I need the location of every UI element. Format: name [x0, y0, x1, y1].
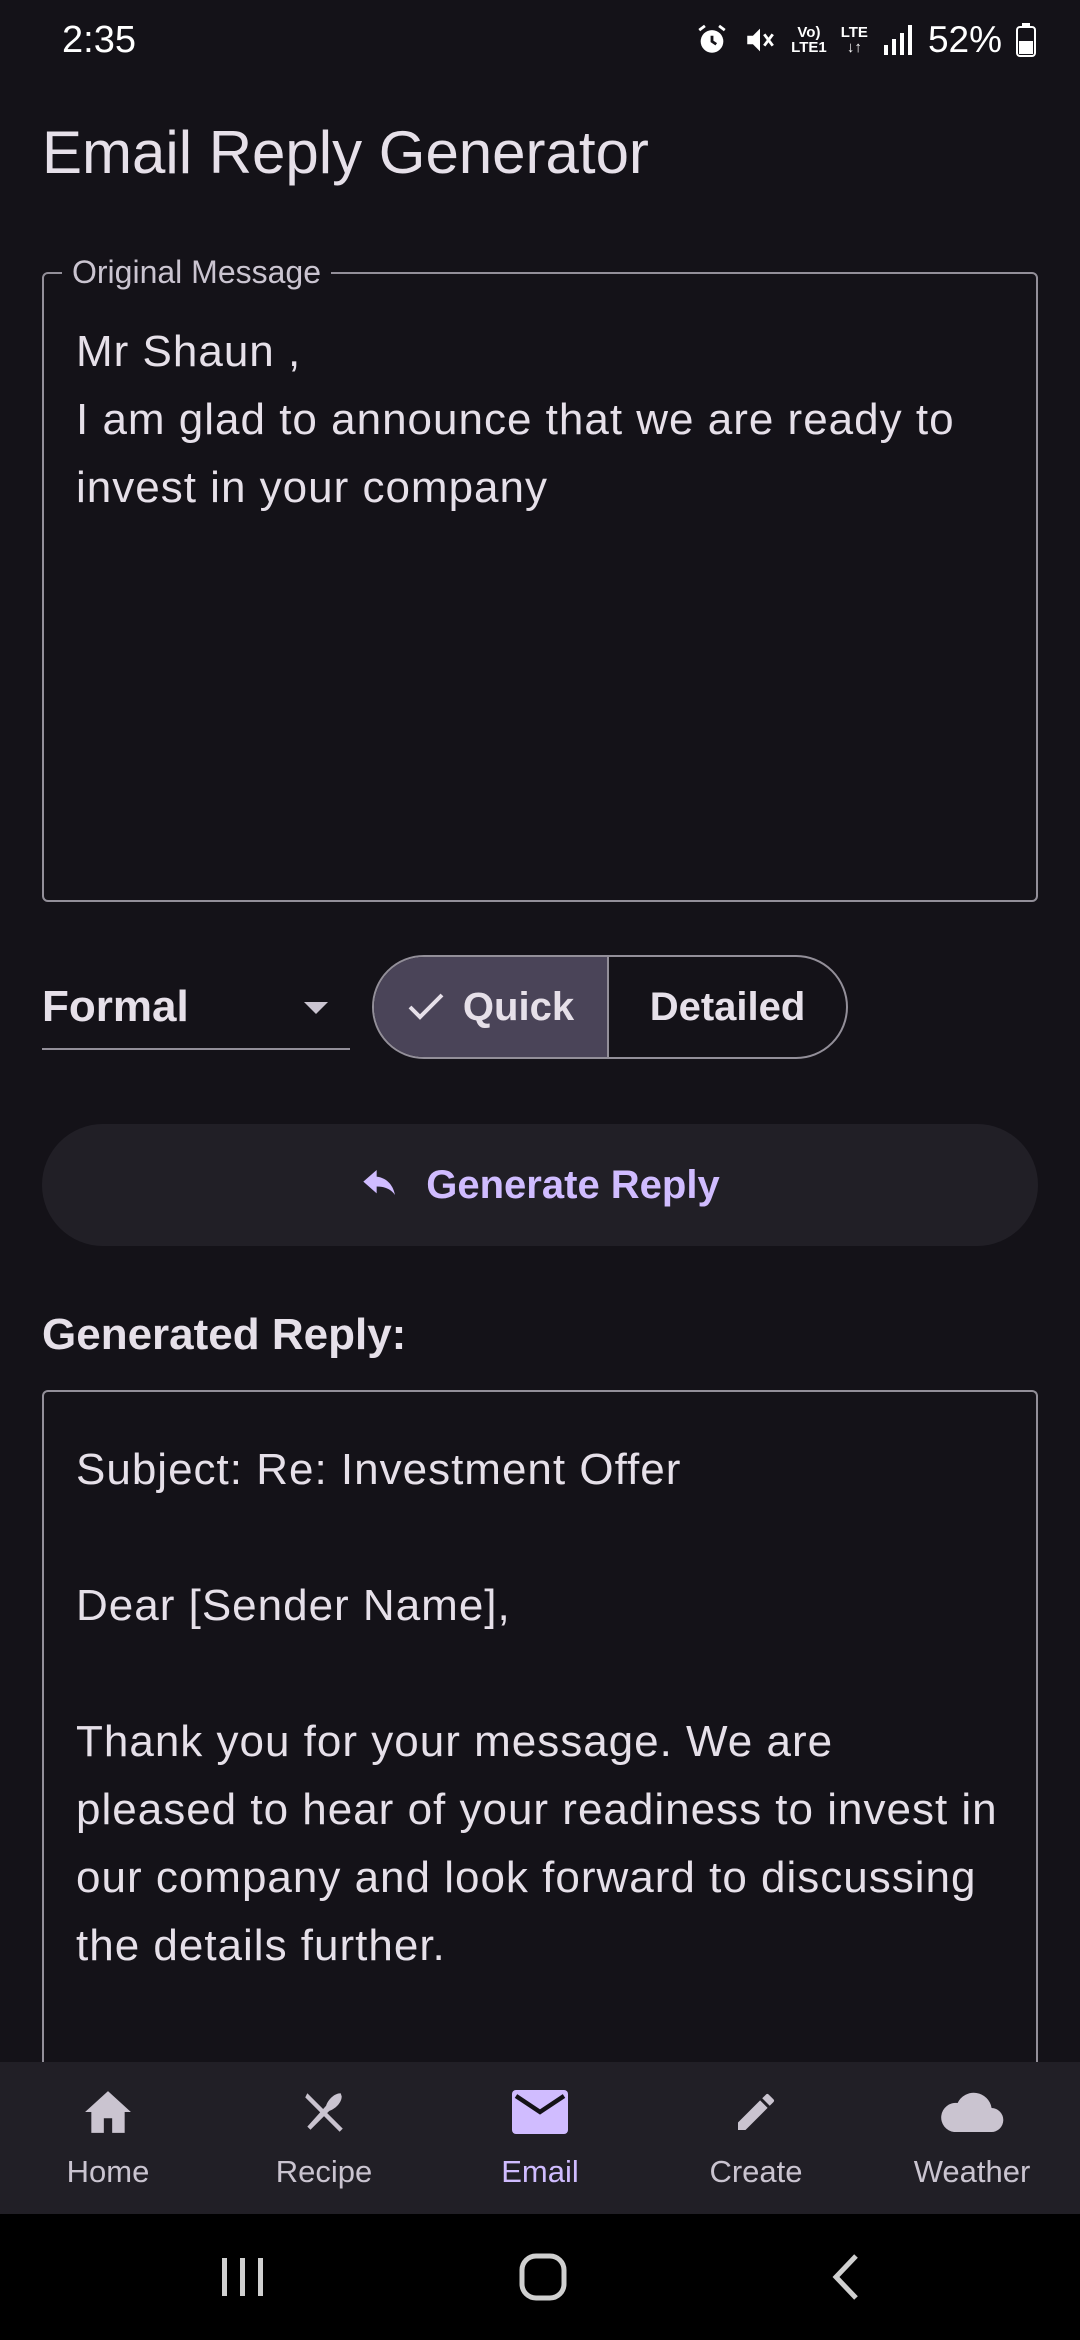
segment-detailed[interactable]: Detailed [609, 957, 846, 1057]
status-bar: 2:35 Vo) LTE1 LTE ↓↑ 52% [0, 0, 1080, 80]
status-icons: Vo) LTE1 LTE ↓↑ 52% [695, 19, 1036, 61]
segment-quick[interactable]: Quick [374, 957, 610, 1057]
original-message-input[interactable]: Mr Shaun , I am glad to announce that we… [76, 318, 1004, 522]
battery-icon [1016, 23, 1036, 57]
system-navigation-bar [0, 2214, 1080, 2340]
nav-label-email: Email [501, 2154, 579, 2189]
generate-reply-button[interactable]: Generate Reply [42, 1124, 1038, 1246]
nav-label-create: Create [709, 2154, 803, 2189]
reply-length-toggle: Quick Detailed [372, 955, 848, 1059]
dropdown-arrow-icon [304, 1002, 328, 1014]
generated-reply-text: Subject: Re: Investment Offer Dear [Send… [76, 1445, 998, 1970]
back-icon[interactable] [822, 2252, 872, 2302]
home-nav-icon[interactable] [518, 2252, 568, 2302]
battery-percent: 52% [927, 19, 1002, 60]
nav-item-email[interactable]: Email [432, 2062, 648, 2214]
nav-label-recipe: Recipe [275, 2154, 373, 2189]
nav-item-create[interactable]: Create [648, 2062, 864, 2214]
segment-quick-label: Quick [462, 984, 575, 1029]
signal-icon [883, 25, 912, 55]
nav-label-home: Home [66, 2154, 150, 2189]
status-time: 2:35 [62, 18, 136, 61]
nav-item-home[interactable]: Home [0, 2062, 216, 2214]
nav-item-recipe[interactable]: Recipe [216, 2062, 432, 2214]
segment-detailed-label: Detailed [649, 984, 806, 1029]
volte-indicator: Vo) LTE1 [791, 24, 827, 56]
original-message-label: Original Message [62, 254, 331, 291]
mail-icon [512, 2090, 568, 2134]
original-message-field[interactable]: Original Message Mr Shaun , I am glad to… [42, 254, 1038, 902]
page-title: Email Reply Generator [42, 119, 649, 186]
bottom-navigation: Home Recipe Email Create Weather [0, 2062, 1080, 2214]
pencil-icon [738, 2093, 774, 2130]
mute-icon [747, 28, 775, 52]
generate-reply-label: Generate Reply [426, 1162, 720, 1207]
nav-label-weather: Weather [913, 2154, 1031, 2189]
cloud-icon [941, 2092, 1004, 2132]
nav-item-weather[interactable]: Weather [864, 2062, 1080, 2214]
check-icon [408, 993, 444, 1020]
tone-selected-value: Formal [42, 982, 189, 1031]
alarm-icon [698, 24, 726, 53]
reply-icon [363, 1170, 396, 1195]
lte-indicator: LTE ↓↑ [840, 24, 868, 56]
generated-reply-box[interactable]: Subject: Re: Investment Offer Dear [Send… [42, 1390, 1038, 2070]
tone-dropdown[interactable]: Formal [42, 960, 350, 1050]
utensils-icon [305, 2093, 343, 2132]
recent-apps-icon[interactable] [218, 2252, 268, 2302]
generated-reply-heading: Generated Reply: [42, 1310, 407, 1359]
home-icon [85, 2091, 131, 2133]
